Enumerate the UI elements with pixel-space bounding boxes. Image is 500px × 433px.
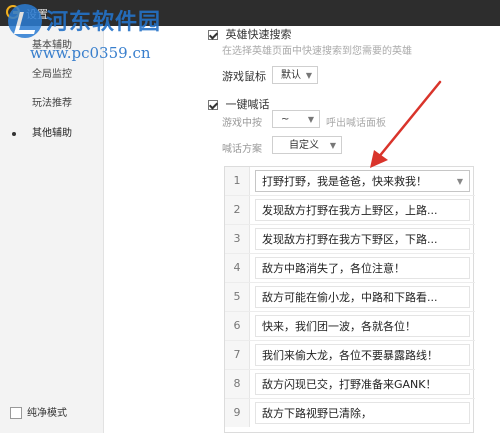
annotation-arrow-icon (370, 80, 442, 168)
